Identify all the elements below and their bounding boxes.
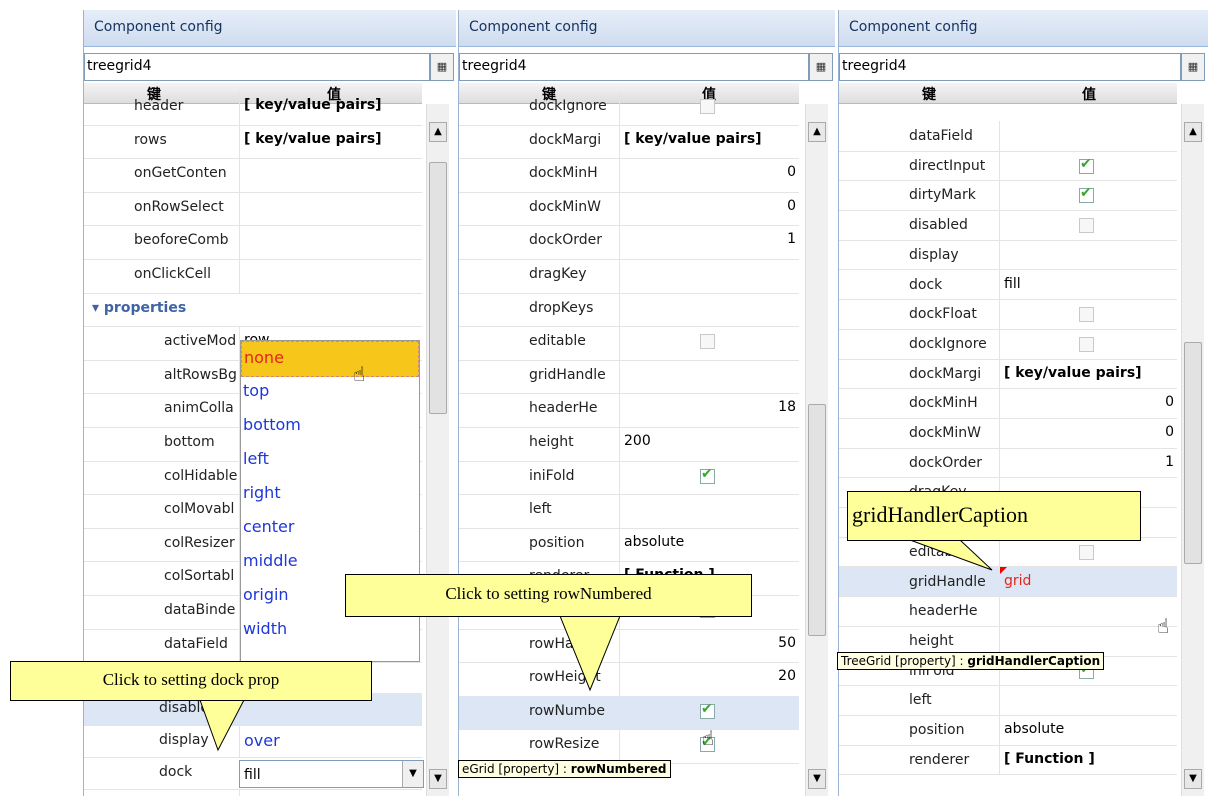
tooltip-property: gridHandlerCaption xyxy=(967,654,1101,668)
callout-dock: Click to setting dock prop xyxy=(10,661,372,701)
pointer-cursor-icon: ☝ xyxy=(702,726,715,750)
callout-gridhandler: gridHandlerCaption xyxy=(847,491,1141,541)
callout-text: gridHandlerCaption xyxy=(852,502,1028,527)
callout-text: Click to setting dock prop xyxy=(102,670,280,689)
tooltip-rownumbered: eGrid [property] : rowNumbered xyxy=(458,760,671,778)
callout-rownumbered: Click to setting rowNumbered xyxy=(345,574,752,617)
pointer-cursor-icon: ☝ xyxy=(1157,614,1170,638)
tooltip-gridhandler: TreeGrid [property] : gridHandlerCaption xyxy=(837,652,1105,670)
callout-text: Click to setting rowNumbered xyxy=(445,584,652,603)
tooltip-prefix: TreeGrid [property] : xyxy=(841,654,968,668)
tooltip-prefix: eGrid [property] : xyxy=(462,762,571,776)
tooltip-property: rowNumbered xyxy=(570,762,667,776)
